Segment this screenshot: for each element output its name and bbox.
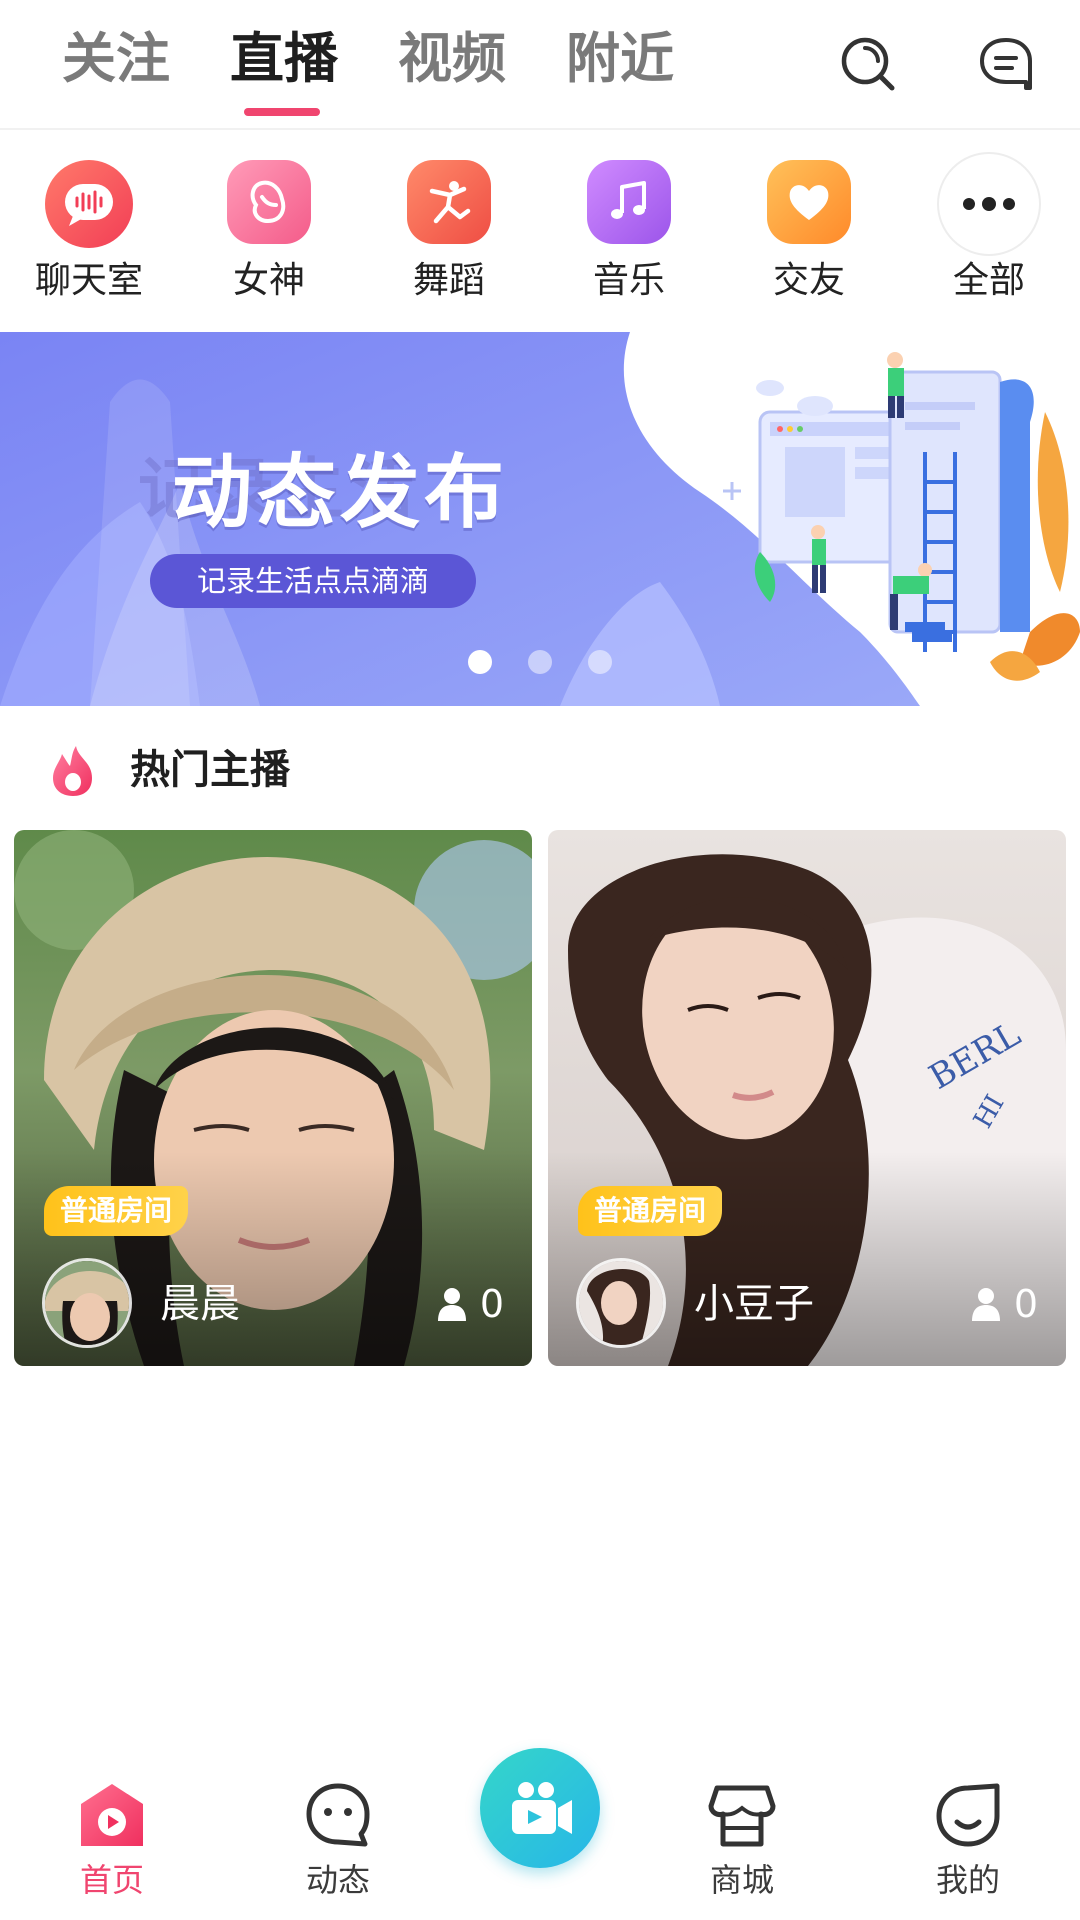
voice-wave-icon — [45, 160, 133, 248]
category-dance[interactable]: 舞蹈 — [374, 160, 524, 310]
nav-moments[interactable]: 动态 — [268, 1780, 408, 1920]
nav-label: 商城 — [709, 1861, 774, 1899]
store-icon — [708, 1785, 776, 1847]
tab-live[interactable]: 直播 — [230, 24, 338, 94]
room-type-tag: 普通房间 — [44, 1186, 189, 1236]
category-label: 女神 — [232, 260, 305, 301]
message-icon[interactable] — [976, 34, 1036, 94]
category-label: 音乐 — [592, 260, 665, 301]
carousel-dot[interactable] — [588, 650, 612, 674]
flame-icon — [53, 746, 92, 796]
category-label: 全部 — [952, 260, 1025, 301]
profile-face-icon — [936, 1783, 1000, 1847]
category-label: 舞蹈 — [412, 260, 485, 301]
more-dots-icon — [937, 152, 1041, 256]
room-type-tag: 普通房间 — [578, 1186, 723, 1236]
category-label: 交友 — [772, 260, 845, 301]
go-live-button[interactable] — [480, 1748, 600, 1868]
nav-store[interactable]: 商城 — [672, 1780, 812, 1920]
search-icon[interactable] — [838, 34, 898, 94]
top-tab-bar: 关注 直播 视频 附近 — [0, 0, 1080, 130]
anchor-card[interactable]: 普通房间 晨晨 0 — [14, 830, 532, 1366]
active-tab-indicator — [244, 108, 320, 116]
tab-nearby[interactable]: 附近 — [566, 24, 674, 94]
anchor-card[interactable]: BERL HI 普通房间 小豆子 0 — [548, 830, 1066, 1366]
live-camera-icon — [512, 1782, 572, 1834]
carousel-dot-active[interactable] — [468, 650, 492, 674]
user-icon — [437, 1288, 466, 1321]
heart-icon — [767, 160, 851, 244]
dance-icon — [407, 160, 491, 244]
category-all[interactable]: 全部 — [914, 152, 1064, 310]
tab-follow[interactable]: 关注 — [62, 24, 170, 94]
category-friends[interactable]: 交友 — [734, 160, 884, 310]
category-chatroom[interactable]: 聊天室 — [14, 160, 164, 310]
banner-title: 动态发布 — [172, 446, 508, 539]
goddess-icon — [227, 160, 311, 244]
viewer-count: 0 — [437, 1276, 504, 1332]
anchor-name: 晨晨 — [160, 1281, 240, 1327]
home-play-icon — [81, 1784, 143, 1846]
viewer-count: 0 — [971, 1276, 1038, 1332]
nav-home[interactable]: 首页 — [42, 1780, 182, 1920]
viewer-count-value: 0 — [1013, 1282, 1038, 1326]
nav-profile[interactable]: 我的 — [898, 1780, 1038, 1920]
nav-label: 首页 — [79, 1861, 144, 1899]
promo-banner[interactable]: 记录生活 动态发布 记录生活点点滴滴 — [0, 332, 1080, 706]
category-goddess[interactable]: 女神 — [194, 160, 344, 310]
nav-label: 我的 — [935, 1861, 1000, 1899]
avatar[interactable] — [42, 1258, 132, 1348]
nav-label: 动态 — [305, 1861, 370, 1899]
section-title-hot-anchors: 热门主播 — [130, 747, 290, 793]
viewer-count-value: 0 — [479, 1282, 504, 1326]
carousel-dot[interactable] — [528, 650, 552, 674]
user-icon — [971, 1288, 1000, 1321]
anchor-name: 小豆子 — [694, 1281, 814, 1327]
tab-video[interactable]: 视频 — [398, 24, 506, 94]
category-music[interactable]: 音乐 — [554, 160, 704, 310]
avatar[interactable] — [576, 1258, 666, 1348]
category-label: 聊天室 — [34, 260, 143, 301]
banner-subtitle: 记录生活点点滴滴 — [150, 554, 476, 608]
chat-face-icon — [306, 1783, 370, 1847]
music-note-icon — [587, 160, 671, 244]
